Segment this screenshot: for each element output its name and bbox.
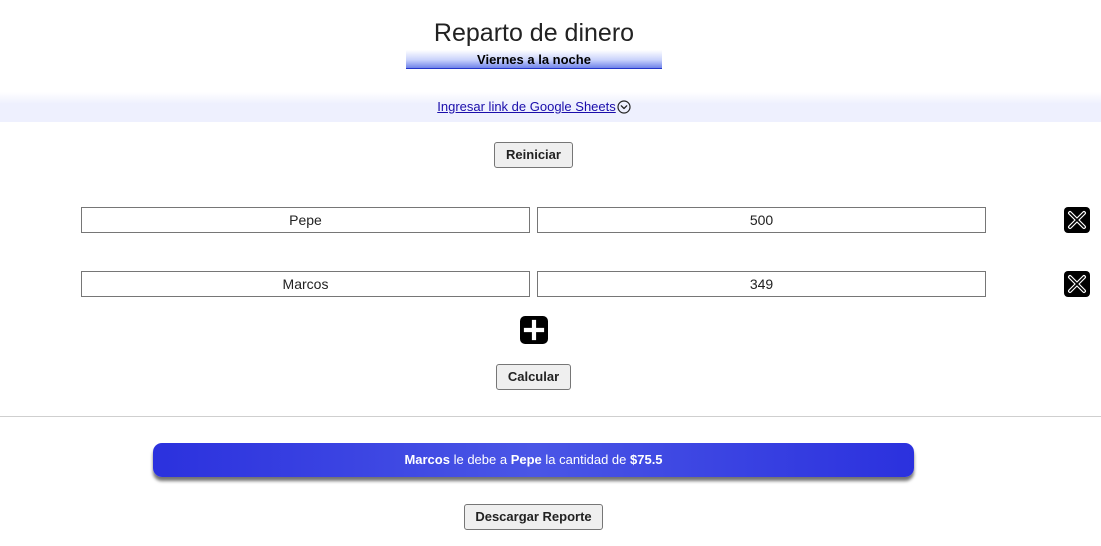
result-owes-text: le debe a xyxy=(453,452,508,467)
chevron-down-circle-icon[interactable] xyxy=(617,100,631,118)
result-banner: Marcos le debe a Pepe la cantidad de $75… xyxy=(153,443,914,477)
delete-participant-button[interactable] xyxy=(1064,271,1090,297)
participant-name-input[interactable] xyxy=(81,271,530,297)
result-amount-text: la cantidad de xyxy=(545,452,627,467)
event-name-banner: Viernes a la noche xyxy=(406,50,662,69)
plus-square-icon xyxy=(523,319,545,341)
participant-amount-input[interactable] xyxy=(537,207,986,233)
google-sheets-link-label: Ingresar link de Google Sheets xyxy=(437,99,616,114)
add-participant-button[interactable] xyxy=(520,316,548,344)
participant-amount-input[interactable] xyxy=(537,271,986,297)
result-debtor: Marcos xyxy=(404,452,450,467)
divider xyxy=(0,416,1101,417)
result-amount: $75.5 xyxy=(630,452,663,467)
close-x-icon xyxy=(1068,275,1086,293)
delete-participant-button[interactable] xyxy=(1064,207,1090,233)
participant-name-input[interactable] xyxy=(81,207,530,233)
result-creditor: Pepe xyxy=(510,452,542,467)
reset-button[interactable]: Reiniciar xyxy=(494,142,573,168)
close-x-icon xyxy=(1068,211,1086,229)
page: Reparto de dinero Viernes a la noche Ing… xyxy=(0,0,1101,546)
download-report-button[interactable]: Descargar Reporte xyxy=(464,504,603,530)
google-sheets-link[interactable]: Ingresar link de Google Sheets xyxy=(0,99,1068,118)
calculate-button[interactable]: Calcular xyxy=(496,364,571,390)
page-title: Reparto de dinero xyxy=(433,18,635,47)
